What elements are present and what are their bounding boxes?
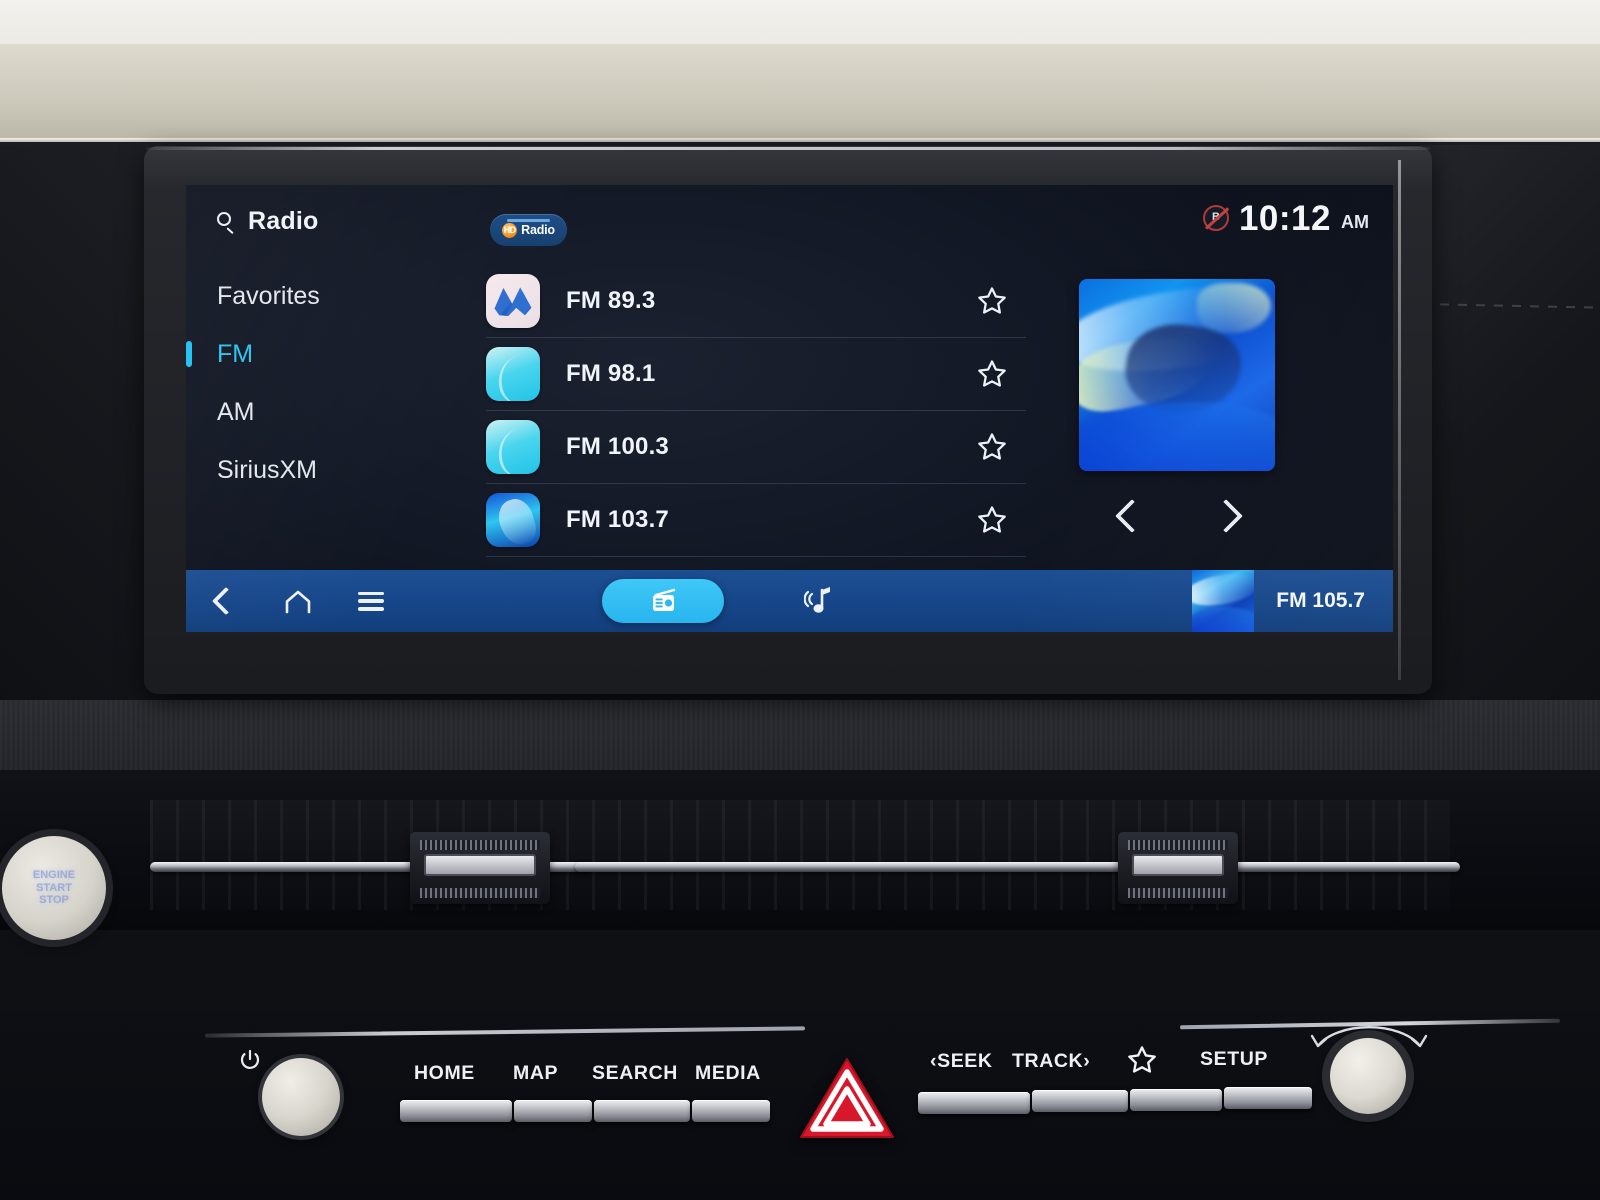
station-name: FM 89.3 [566, 287, 656, 314]
hw-button-seek[interactable] [918, 1092, 1030, 1114]
favorite-star-icon[interactable] [976, 504, 1008, 536]
hw-label-seek: ‹SEEK [930, 1050, 993, 1072]
status-area: B 10:12 AM [1202, 199, 1369, 238]
bezel-highlight [146, 147, 1430, 150]
station-row[interactable]: FM 100.3 [486, 411, 1026, 484]
station-artwork [1079, 279, 1275, 471]
engine-start-stop-label: ENGINE START STOP [32, 869, 76, 907]
station-name: FM 103.7 [566, 506, 669, 533]
station-logo-icon [486, 493, 540, 547]
hd-mark: HD [502, 222, 518, 238]
hw-label-home: HOME [414, 1062, 475, 1084]
hw-button-media[interactable] [692, 1100, 770, 1122]
preview-navigation[interactable] [1079, 495, 1275, 539]
vent-chrome-bar[interactable] [575, 862, 1175, 872]
tune-knob[interactable] [1330, 1038, 1406, 1114]
dock-back-button[interactable] [186, 570, 260, 632]
sidebar-item-label: SiriusXM [217, 455, 318, 484]
radio-search[interactable]: Radio [217, 207, 318, 236]
sidebar-item-siriusxm[interactable]: SiriusXM [186, 441, 371, 499]
hw-label-search: SEARCH [592, 1062, 678, 1084]
now-playing-artwork [1192, 570, 1255, 632]
hw-label-media: MEDIA [695, 1062, 761, 1084]
now-playing-label: FM 105.7 [1276, 589, 1365, 612]
station-logo-icon [486, 420, 540, 474]
hd-radio-badge: HD Radio [490, 214, 567, 246]
home-icon [284, 589, 311, 614]
hazard-button[interactable] [790, 1050, 904, 1148]
favorite-star-icon[interactable] [976, 431, 1008, 463]
sidebar-item-fm[interactable]: FM [186, 325, 371, 383]
sidebar-item-am[interactable]: AM [186, 383, 371, 441]
radio-source-sidebar[interactable]: Favorites FM AM SiriusXM [186, 267, 371, 499]
hw-button-track[interactable] [1032, 1090, 1128, 1112]
station-row[interactable]: FM 98.1 [486, 338, 1026, 411]
now-playing-tile[interactable]: FM 105.7 [1192, 570, 1393, 632]
sidebar-item-label: AM [217, 397, 255, 426]
sidebar-item-favorites[interactable]: Favorites [186, 267, 371, 325]
dashboard-right-trim [1420, 145, 1600, 725]
station-name: FM 100.3 [566, 433, 669, 460]
power-icon [238, 1048, 262, 1072]
station-name: FM 98.1 [566, 360, 656, 387]
favorite-star-icon[interactable] [976, 358, 1008, 390]
dock-radio-button[interactable] [602, 579, 724, 623]
hw-label-track: TRACK› [1012, 1050, 1091, 1072]
hd-radio-bar [507, 219, 550, 222]
hw-favorite-star-icon [1126, 1044, 1158, 1076]
hw-button-map[interactable] [514, 1100, 592, 1122]
station-list[interactable]: FM 89.3 FM 98.1 FM 100.3 FM 103.7 [486, 265, 1026, 557]
dock-media-button[interactable] [803, 584, 840, 618]
vent-direction-knob[interactable] [410, 832, 550, 904]
sidebar-item-label: FM [217, 339, 254, 368]
radio-icon [648, 588, 678, 614]
bottom-dock[interactable]: FM 105.7 [186, 570, 1393, 632]
station-row[interactable]: FM 103.7 [486, 484, 1026, 557]
air-vent-grille [150, 800, 1450, 910]
previous-arrow-icon[interactable] [1114, 495, 1142, 539]
bezel-side-highlight [1398, 160, 1401, 680]
dock-menu-button[interactable] [334, 570, 408, 632]
station-logo-icon [486, 274, 540, 328]
hw-button-favorite[interactable] [1130, 1089, 1222, 1111]
page-title: Radio [248, 207, 319, 235]
hw-button-search[interactable] [594, 1100, 690, 1122]
clock-meridiem: AM [1341, 212, 1369, 232]
vent-direction-knob[interactable] [1118, 832, 1238, 904]
station-logo-icon [486, 347, 540, 401]
music-note-icon [803, 587, 830, 613]
hw-button-home[interactable] [400, 1100, 512, 1122]
station-preview-panel [1079, 279, 1279, 539]
favorite-star-icon[interactable] [976, 285, 1008, 317]
infotainment-screen[interactable]: Radio B 10:12 AM Favorites FM AM SiriusX… [186, 185, 1393, 632]
clock-time: 10:12 [1238, 199, 1331, 238]
power-volume-knob[interactable] [262, 1058, 340, 1136]
dashboard-top-surface [0, 0, 1600, 48]
hamburger-menu-icon [358, 591, 384, 611]
sidebar-item-label: Favorites [217, 281, 320, 310]
back-arrow-icon [211, 586, 241, 616]
bluetooth-letter: B [1211, 211, 1220, 223]
search-icon[interactable] [217, 212, 236, 231]
next-arrow-icon[interactable] [1212, 495, 1240, 539]
dock-home-button[interactable] [260, 570, 334, 632]
hw-button-setup[interactable] [1224, 1087, 1312, 1109]
hazard-triangle-icon [800, 1058, 894, 1138]
bluetooth-muted-icon: B [1202, 205, 1229, 231]
screen-header: Radio B 10:12 AM [186, 185, 1393, 257]
station-row[interactable]: FM 89.3 [486, 265, 1026, 338]
engine-start-stop-button[interactable]: ENGINE START STOP [2, 836, 106, 940]
hw-label-map: MAP [513, 1062, 559, 1084]
hd-radio-label: Radio [521, 223, 555, 237]
hw-label-setup: SETUP [1200, 1048, 1269, 1070]
dashboard-pad [0, 44, 1600, 144]
selection-indicator [186, 341, 192, 367]
